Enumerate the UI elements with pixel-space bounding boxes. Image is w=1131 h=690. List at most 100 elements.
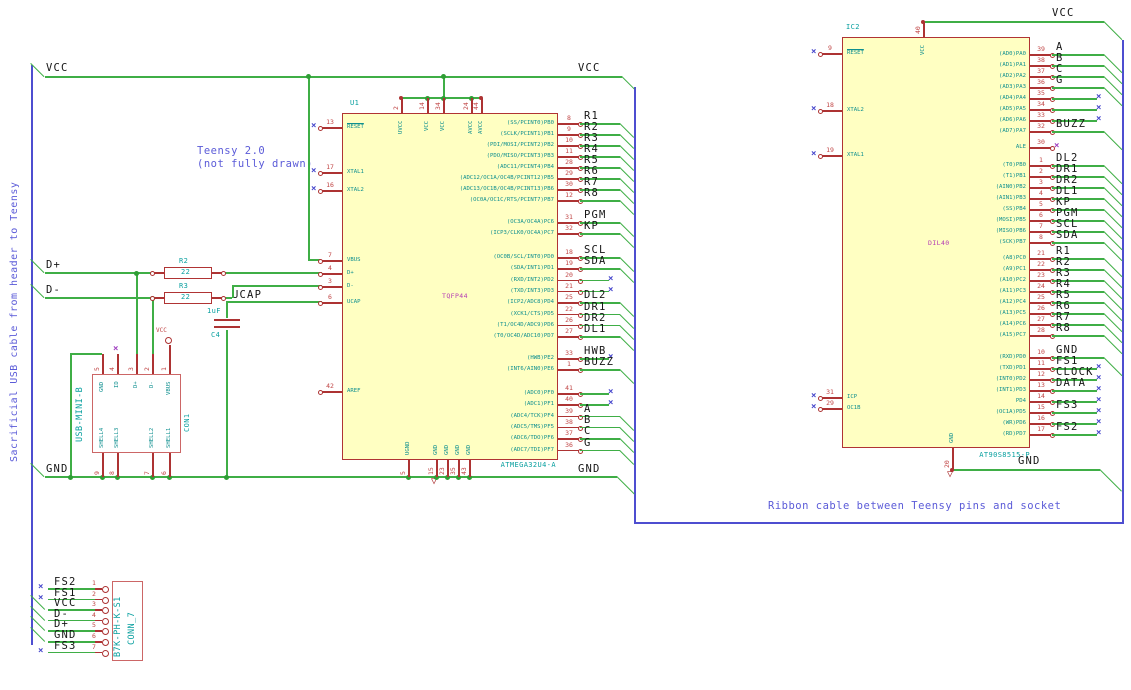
wire-cap-bottom (226, 330, 228, 477)
net-label: SDA (584, 255, 607, 268)
pin-number: 29 (565, 169, 573, 177)
net-label: DR2 (584, 311, 607, 324)
pin-name: (A12)PC4 (999, 299, 1026, 305)
net-label: G (1056, 74, 1064, 86)
pin-stub (169, 453, 171, 477)
pin-name: (SCK)PB7 (999, 239, 1026, 245)
pin-number: 38 (1037, 56, 1045, 64)
pin-stub (408, 460, 410, 477)
net-label-ucap: UCAP (232, 289, 263, 301)
pin-name: SHELL3 (114, 427, 120, 448)
no-connect-icon: × (1096, 406, 1102, 416)
pin-number: 38 (565, 417, 573, 426)
pin-name: (RXD/INT2)PD2 (510, 276, 554, 283)
pin-name: (INT1)PD3 (995, 387, 1026, 393)
pin-name: (TXD)PD1 (999, 365, 1026, 371)
no-connect-icon: × (608, 398, 614, 409)
r3-ref: R3 (179, 282, 189, 290)
power-flag-stem (169, 345, 171, 354)
pin-number: 33 (1037, 111, 1045, 119)
no-connect-icon: × (38, 582, 44, 592)
ribbon-bus-bottom (634, 522, 1124, 524)
pin-name: (INT6/AIN0)PE6 (506, 366, 554, 373)
junction (133, 270, 139, 276)
wire (48, 651, 95, 654)
con1-pin5-stub (102, 354, 104, 374)
pin-number: 35 (1037, 89, 1045, 97)
wire (580, 449, 620, 452)
bus-entry (1103, 231, 1123, 251)
pin-stub (469, 460, 471, 477)
wire (1052, 87, 1104, 89)
pin-stub (558, 336, 580, 338)
pin-number: 1 (92, 579, 96, 587)
pin-stub (558, 369, 580, 371)
c4-value: 1uF (207, 307, 221, 315)
con1-pin3-stub (136, 354, 138, 374)
pin-stub (102, 453, 104, 477)
no-connect-icon: × (1096, 417, 1102, 427)
pin-name: (OC0B/SCL/INT0)PD0 (493, 254, 554, 260)
pin-number: 24 (1037, 282, 1045, 290)
no-connect-icon: × (1096, 395, 1102, 405)
wire (1052, 390, 1097, 392)
bus-entry (1103, 302, 1123, 322)
pin-number: 24 (462, 102, 470, 110)
pin-stub (1030, 131, 1052, 133)
bus-entry (1103, 176, 1123, 196)
pin-name: (ADC7/TDI)PF7 (510, 446, 554, 453)
pin-name: SHELL4 (99, 427, 105, 448)
u1-ref: U1 (350, 99, 360, 107)
pin-number: 1 (160, 367, 168, 371)
pin-number: 9 (567, 125, 571, 133)
pin-name: (PDI/MOSI/PCINT2)PB2 (486, 142, 554, 148)
no-connect-icon: × (811, 149, 817, 159)
ic2-value: AT90S8515-P (979, 451, 1030, 459)
junction (305, 73, 311, 79)
pin-name: VCC (424, 120, 430, 131)
pin-number: 14 (1037, 392, 1045, 400)
bus-entry (1103, 258, 1123, 278)
pin-number: 41 (565, 384, 573, 392)
ribbon-bus-left (634, 87, 636, 524)
net-label: BUZZ (584, 356, 615, 369)
wire (1052, 412, 1097, 414)
wire (580, 279, 609, 282)
pin-name: (A10)PC2 (999, 277, 1026, 283)
wire (1052, 434, 1097, 436)
pin-number: 39 (565, 406, 573, 415)
ribbon-bus-right (1122, 40, 1124, 524)
pin-name: (AD2)PA2 (999, 73, 1026, 79)
pin-stub (1030, 434, 1052, 436)
pin-number: 22 (1037, 260, 1045, 268)
pin-stub (1030, 242, 1052, 244)
pin-stub (558, 233, 580, 235)
pin-name: (AD6)PA6 (999, 117, 1026, 123)
bus-entry (1103, 54, 1123, 74)
pin-name: ALE (1015, 144, 1026, 150)
r3-lead-left (154, 297, 164, 299)
pin-number: 42 (326, 382, 334, 390)
wire (1052, 131, 1104, 133)
net-label: G (584, 436, 592, 449)
power-flag-circle (165, 337, 172, 344)
bus-entry (1103, 280, 1123, 300)
pin-stub (427, 98, 429, 113)
net-label-vcc-mid: VCC (578, 62, 601, 74)
conn7-ref: CONN_7 (127, 611, 137, 645)
schematic-sheet: Teensy 2.0 (not fully drawn) Ribbon cabl… (0, 0, 1131, 690)
pin-number: 19 (565, 259, 573, 268)
pin-number: 7 (143, 471, 151, 475)
wire-dminus-v (152, 297, 154, 354)
no-connect-icon: × (608, 387, 614, 397)
bus-entry (1103, 357, 1123, 377)
pin-stub (95, 651, 102, 654)
pin-number: 2 (92, 589, 96, 598)
pin-name: UVCC (398, 120, 404, 135)
no-connect-icon: × (1096, 428, 1102, 438)
con1-pin4-stub (117, 354, 119, 374)
bus-entry (619, 369, 635, 385)
pin-name: VBUS (166, 381, 172, 396)
pin-name: SHELL1 (166, 427, 172, 448)
pin-name: (AD4)PA4 (999, 95, 1026, 101)
